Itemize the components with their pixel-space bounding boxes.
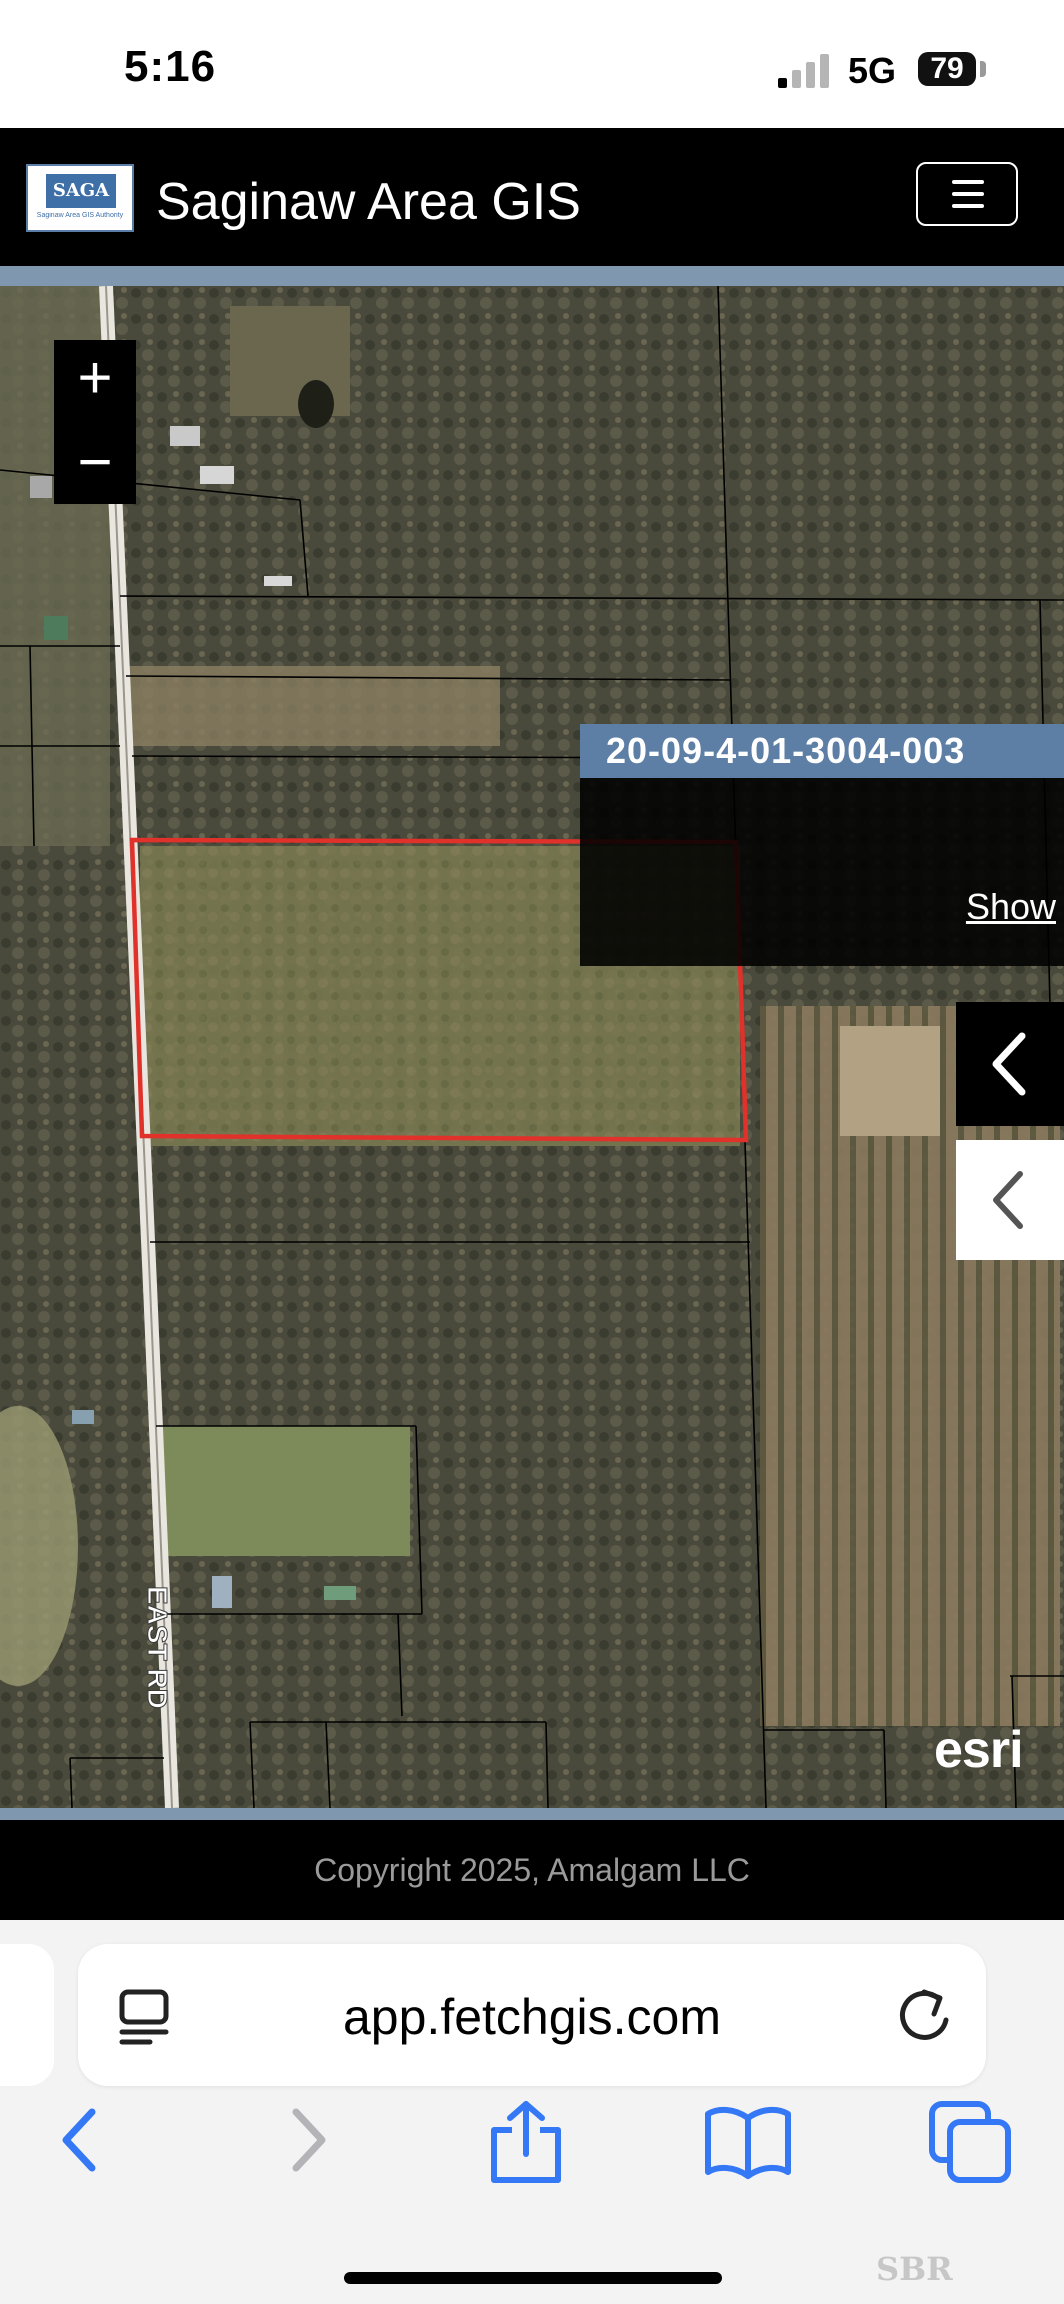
parcel-popup: 20-09-4-01-3004-003 Show [580, 724, 1064, 966]
status-bar: 5:16 5G 79 [0, 0, 1064, 128]
network-type: 5G [848, 50, 897, 91]
status-time: 5:16 [124, 42, 217, 91]
battery-icon [980, 61, 986, 77]
battery-level: 79 [918, 52, 976, 86]
forward-icon [292, 2108, 326, 2172]
parcel-id: 20-09-4-01-3004-003 [580, 724, 1064, 778]
back-icon[interactable] [52, 2100, 108, 2180]
parcel-show-link[interactable]: Show [966, 886, 1056, 928]
app-footer: Copyright 2025, Amalgam LLC [0, 1820, 1064, 1920]
zoom-out-button[interactable]: − [54, 424, 136, 504]
url-text: app.fetchgis.com [343, 1989, 721, 2045]
home-indicator[interactable] [344, 2272, 722, 2284]
sidebar-toggle-button[interactable] [956, 1140, 1064, 1260]
map-top-border [0, 266, 1064, 286]
aerial-imagery: EAST RD [0, 286, 1064, 1808]
zoom-in-button[interactable]: + [54, 340, 136, 420]
previous-tab-preview[interactable] [0, 1944, 54, 2086]
share-icon[interactable] [488, 2100, 564, 2184]
logo-subtext: Saginaw Area GIS Authority [36, 212, 124, 219]
app-title: Saginaw Area GIS [156, 173, 581, 231]
cellular-signal-icon [778, 52, 832, 88]
map-view[interactable]: EAST RD + − 20-09-4-01-3004-003 Show esr… [0, 286, 1064, 1808]
esri-attribution: esri [934, 1721, 1024, 1779]
logo-text: SAGA [46, 174, 116, 208]
bookmarks-icon[interactable] [704, 2100, 792, 2184]
copyright-text: Copyright 2025, Amalgam LLC [314, 1852, 750, 1888]
chevron-left-icon [993, 1171, 1023, 1229]
address-bar[interactable]: app.fetchgis.com [78, 1944, 986, 2086]
map-bottom-border [0, 1808, 1064, 1820]
saga-logo[interactable]: SAGA Saginaw Area GIS Authority [26, 164, 134, 232]
watermark: SBR [876, 2250, 953, 2288]
chevron-left-icon [992, 1032, 1026, 1096]
zoom-control: + − [54, 340, 136, 504]
road-label: EAST RD [142, 1586, 173, 1709]
app-header: SAGA Saginaw Area GIS Authority Saginaw … [0, 128, 1064, 266]
tabs-icon[interactable] [928, 2100, 1012, 2184]
panel-collapse-button[interactable] [956, 1002, 1064, 1126]
menu-button[interactable] [916, 162, 1018, 226]
reload-icon[interactable] [894, 1984, 954, 2048]
browser-chrome: app.fetchgis.com SBR [0, 1920, 1064, 2304]
